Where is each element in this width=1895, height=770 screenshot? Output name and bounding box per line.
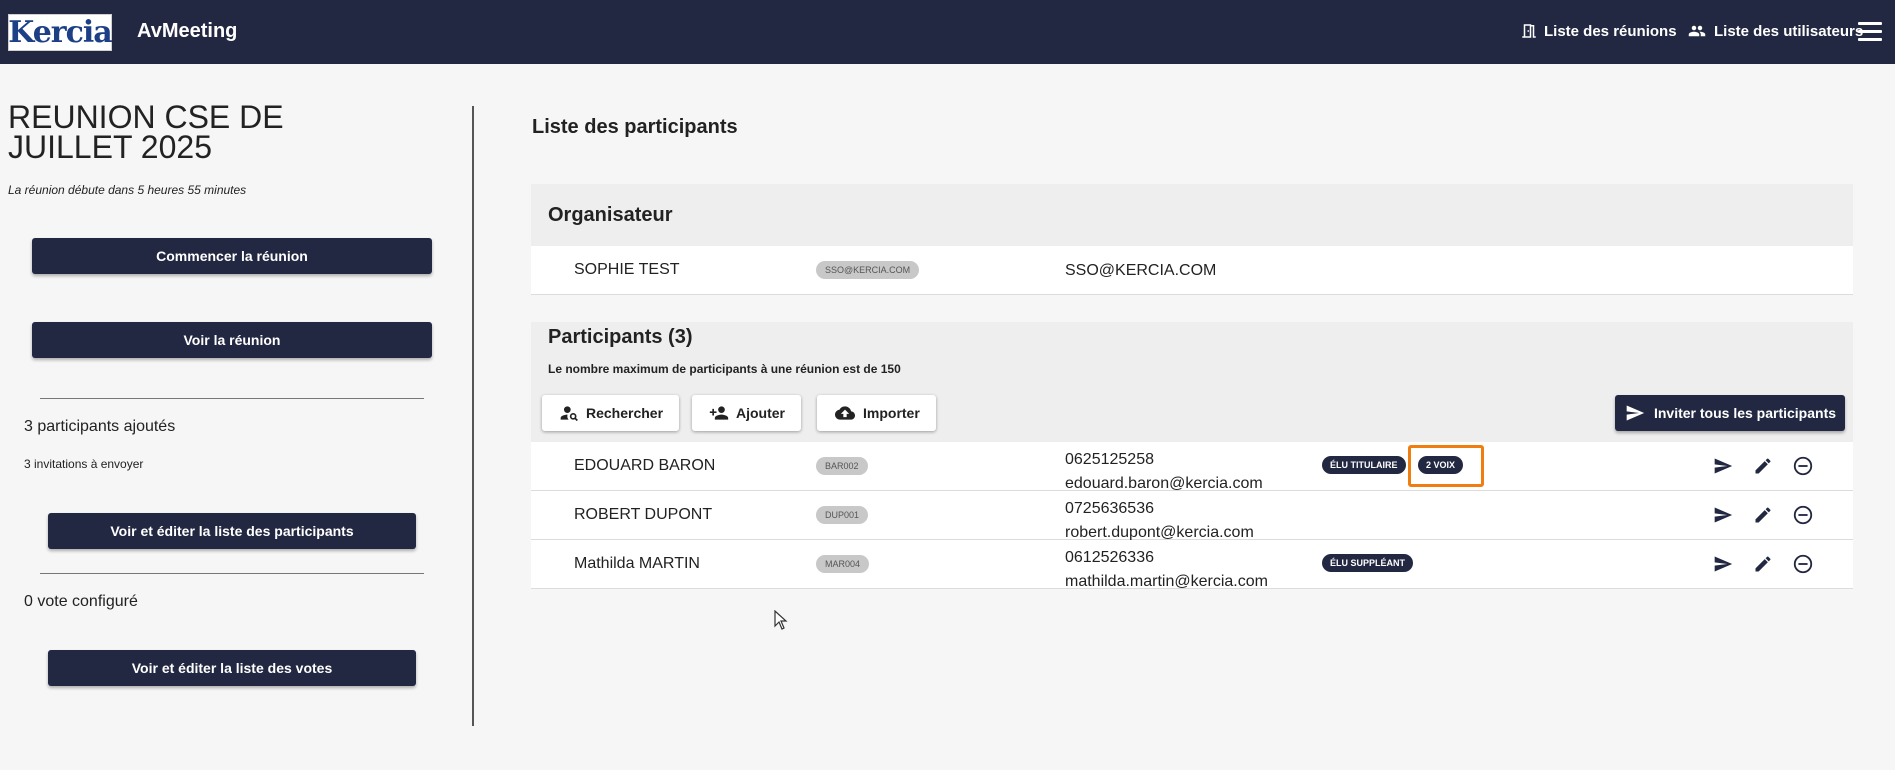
organizer-row: SOPHIE TEST SSO@KERCIA.COM SSO@KERCIA.CO…	[531, 246, 1853, 295]
participant-contact: 0612526336 mathilda.martin@kercia.com	[1065, 546, 1268, 594]
person-add-icon	[709, 406, 729, 420]
top-app-bar: Kercia AvMeeting Liste des réunions List…	[0, 0, 1895, 64]
remove-circle-icon[interactable]	[1791, 454, 1815, 478]
participants-limit-note: Le nombre maximum de participants à une …	[548, 362, 901, 376]
organizer-name: SOPHIE TEST	[574, 261, 680, 278]
row-actions	[1711, 454, 1815, 478]
participant-contact: 0725636536 robert.dupont@kercia.com	[1065, 497, 1254, 545]
divider	[40, 573, 424, 574]
edit-icon[interactable]	[1751, 552, 1775, 576]
participants-header: Participants (3) Le nombre maximum de pa…	[531, 322, 1853, 442]
participant-phone: 0625125258	[1065, 451, 1154, 468]
organizer-email: SSO@KERCIA.COM	[1065, 262, 1217, 279]
organizer-heading: Organisateur	[548, 204, 673, 226]
role-badge: ÉLU SUPPLÉANT	[1322, 554, 1414, 572]
send-icon[interactable]	[1711, 552, 1735, 576]
row-actions	[1711, 503, 1815, 527]
participants-heading: Participants (3)	[548, 326, 693, 348]
edit-icon[interactable]	[1751, 454, 1775, 478]
send-icon[interactable]	[1711, 454, 1735, 478]
send-icon[interactable]	[1711, 503, 1735, 527]
edit-participants-button[interactable]: Voir et éditer la liste des participants	[48, 513, 416, 549]
participant-name: Mathilda MARTIN	[574, 555, 700, 572]
door-icon	[1522, 24, 1536, 38]
role-badge: ÉLU TITULAIRE	[1322, 456, 1406, 474]
vote-weight-badge: 2 VOIX	[1418, 456, 1464, 474]
invitations-count: 3 invitations à envoyer	[24, 457, 144, 471]
invite-all-button[interactable]: Inviter tous les participants	[1615, 395, 1845, 431]
send-icon	[1626, 405, 1645, 421]
view-meeting-button[interactable]: Voir la réunion	[32, 322, 432, 358]
participant-code-chip: BAR002	[816, 457, 868, 475]
users-icon	[1688, 25, 1706, 37]
menu-icon[interactable]	[1858, 22, 1882, 42]
import-participants-button[interactable]: Importer	[817, 395, 936, 431]
panel-divider	[472, 106, 474, 726]
participants-added-count: 3 participants ajoutés	[24, 418, 176, 435]
organizer-code-chip: SSO@KERCIA.COM	[816, 261, 920, 279]
meeting-title: REUNION CSE DE JUILLET 2025	[8, 99, 284, 165]
participant-phone: 0612526336	[1065, 549, 1154, 566]
participant-code-chip: MAR004	[816, 555, 870, 573]
participant-name: ROBERT DUPONT	[574, 506, 713, 523]
search-participant-button[interactable]: Rechercher	[542, 395, 680, 431]
participant-code-chip: DUP001	[816, 506, 869, 524]
organizer-header: Organisateur	[531, 184, 1853, 246]
divider	[40, 398, 424, 399]
remove-circle-icon[interactable]	[1791, 552, 1815, 576]
participant-contact: 0625125258 edouard.baron@kercia.com	[1065, 448, 1263, 496]
participant-row: ROBERT DUPONT DUP001 0725636536 robert.d…	[531, 491, 1853, 541]
participants-list-title: Liste des participants	[532, 116, 738, 138]
participant-name: EDOUARD BARON	[574, 457, 716, 474]
edit-votes-button[interactable]: Voir et éditer la liste des votes	[48, 650, 416, 686]
cloud-upload-icon	[835, 406, 855, 420]
participant-row: Mathilda MARTIN MAR004 0612526336 mathil…	[531, 540, 1853, 590]
cursor-icon	[774, 610, 788, 630]
nav-meetings-link[interactable]: Liste des réunions	[1520, 22, 1677, 40]
votes-configured-count: 0 vote configuré	[24, 593, 138, 610]
meeting-summary-panel: REUNION CSE DE JUILLET 2025 La réunion d…	[0, 64, 470, 770]
nav-users-link[interactable]: Liste des utilisateurs	[1686, 22, 1863, 40]
start-meeting-button[interactable]: Commencer la réunion	[32, 238, 432, 274]
participant-email: mathilda.martin@kercia.com	[1065, 573, 1268, 590]
app-name: AvMeeting	[137, 20, 238, 42]
meeting-countdown: La réunion débute dans 5 heures 55 minut…	[8, 183, 247, 197]
kercia-logo[interactable]: Kercia	[8, 14, 113, 51]
row-actions	[1711, 552, 1815, 576]
person-search-icon	[560, 406, 578, 422]
participant-phone: 0725636536	[1065, 500, 1154, 517]
participant-row: EDOUARD BARON BAR002 0625125258 edouard.…	[531, 442, 1853, 492]
remove-circle-icon[interactable]	[1791, 503, 1815, 527]
edit-icon[interactable]	[1751, 503, 1775, 527]
add-participant-button[interactable]: Ajouter	[692, 395, 801, 431]
